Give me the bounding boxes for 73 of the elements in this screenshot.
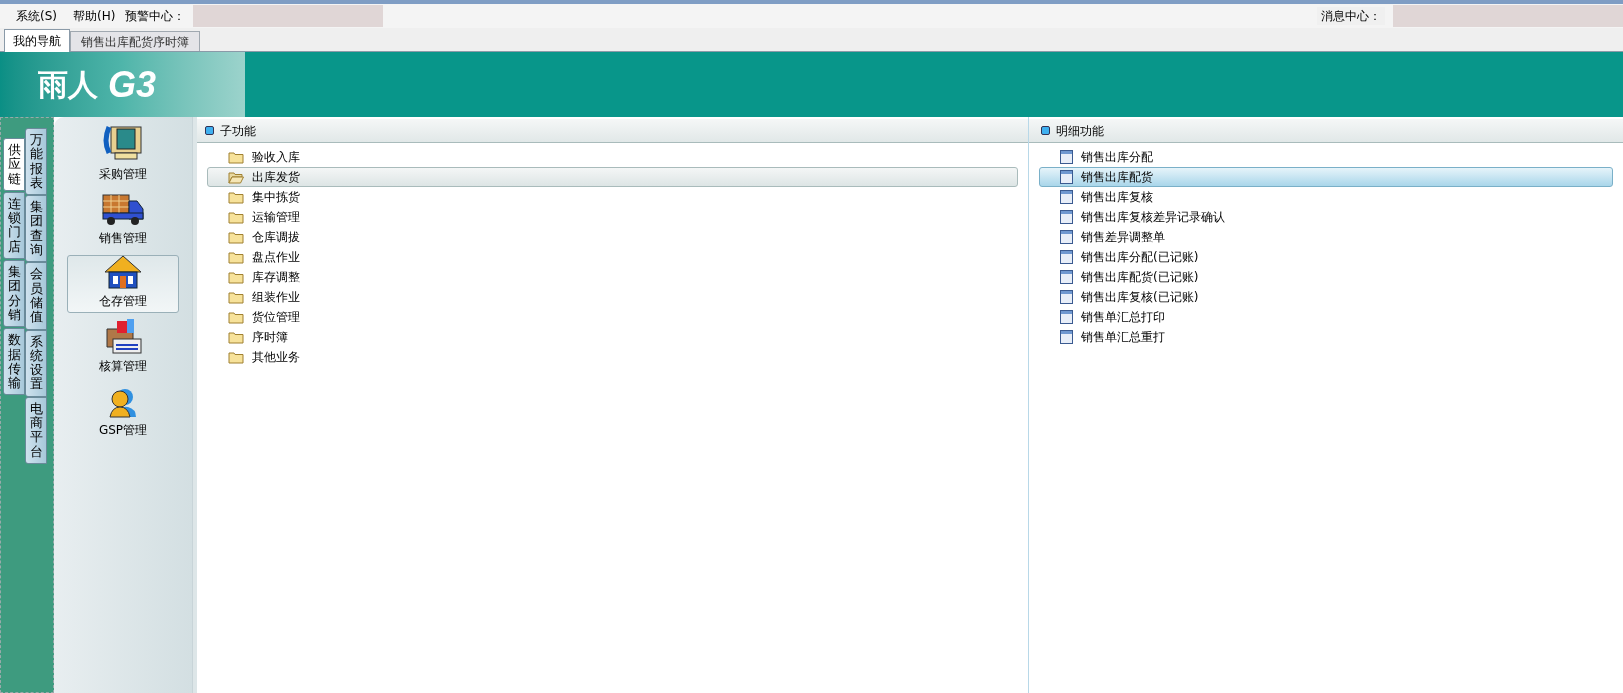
side-tab[interactable]: 供应链: [3, 138, 25, 191]
list-item[interactable]: 销售出库复核差异记录确认: [1039, 207, 1613, 227]
folder-icon: [228, 150, 244, 164]
folder-icon: [228, 330, 244, 344]
folder-icon: [228, 310, 244, 324]
side-tab[interactable]: 系统设置: [25, 329, 47, 397]
list-item[interactable]: 仓库调拔: [207, 227, 1018, 247]
side-tab[interactable]: 集团查询: [25, 195, 47, 263]
logo-mark: G3: [108, 62, 157, 107]
list-item[interactable]: 销售出库分配: [1039, 147, 1613, 167]
module-item[interactable]: 销售管理: [67, 191, 179, 249]
side-tab[interactable]: 会员储值: [25, 262, 47, 330]
side-tab[interactable]: 连锁门店: [3, 191, 25, 260]
list-item[interactable]: 库存调整: [207, 267, 1018, 287]
document-icon: [1060, 270, 1073, 284]
message-center-label: 消息中心：: [1317, 7, 1385, 25]
panel-title: 子功能: [220, 122, 256, 140]
list-item[interactable]: 销售单汇总重打: [1039, 327, 1613, 347]
document-icon: [1060, 210, 1073, 224]
side-tab[interactable]: 电商平台: [25, 396, 47, 464]
folder-icon: [228, 170, 244, 184]
truck-icon: [101, 191, 145, 227]
module-item[interactable]: 仓存管理: [67, 255, 179, 313]
tab[interactable]: 销售出库配货序时簿: [70, 31, 200, 51]
folder-icon: [228, 230, 244, 244]
panel-title: 明细功能: [1056, 122, 1104, 140]
square-bullet-icon: [1041, 126, 1050, 135]
document-icon: [1060, 170, 1073, 184]
document-icon: [1060, 230, 1073, 244]
module-item[interactable]: 核算管理: [67, 319, 179, 377]
module-item[interactable]: 采购管理: [67, 127, 179, 185]
list-item[interactable]: 销售出库复核(已记账): [1039, 287, 1613, 307]
tab[interactable]: 我的导航: [4, 29, 70, 52]
list-item[interactable]: 验收入库: [207, 147, 1018, 167]
box-icon: [103, 317, 143, 355]
menu-item[interactable]: 系统(S): [10, 7, 63, 25]
logo-text: 雨人: [38, 66, 98, 104]
module-item[interactable]: GSP管理: [67, 383, 179, 441]
folder-icon: [228, 210, 244, 224]
list-item[interactable]: 盘点作业: [207, 247, 1018, 267]
list-item[interactable]: 销售出库配货(已记账): [1039, 267, 1613, 287]
list-item[interactable]: 集中拣货: [207, 187, 1018, 207]
list-item[interactable]: 销售出库复核: [1039, 187, 1613, 207]
folder-icon: [228, 290, 244, 304]
list-item[interactable]: 出库发货: [207, 167, 1018, 187]
menu-item[interactable]: 帮助(H): [67, 7, 122, 25]
document-icon: [1060, 250, 1073, 264]
document-icon: [1060, 190, 1073, 204]
list-item[interactable]: 销售出库分配(已记账): [1039, 247, 1613, 267]
alert-center-label: 预警中心：: [125, 8, 186, 25]
document-icon: [1060, 310, 1073, 324]
list-item[interactable]: 其他业务: [207, 347, 1018, 367]
document-icon: [1060, 290, 1073, 304]
list-item[interactable]: 销售差异调整单: [1039, 227, 1613, 247]
list-item[interactable]: 销售出库配货: [1039, 167, 1613, 187]
side-tab[interactable]: 集团分销: [3, 260, 25, 328]
folder-icon: [228, 190, 244, 204]
list-item[interactable]: 货位管理: [207, 307, 1018, 327]
side-tab[interactable]: 万能报表: [25, 128, 47, 196]
list-item[interactable]: 组装作业: [207, 287, 1018, 307]
house-icon: [103, 254, 143, 290]
folder-icon: [228, 250, 244, 264]
square-bullet-icon: [205, 126, 214, 135]
folder-icon: [228, 350, 244, 364]
list-item[interactable]: 销售单汇总打印: [1039, 307, 1613, 327]
person-icon: [108, 387, 138, 419]
phone-icon: [101, 123, 145, 163]
list-item[interactable]: 序时簿: [207, 327, 1018, 347]
folder-icon: [228, 270, 244, 284]
document-icon: [1060, 150, 1073, 164]
side-tab[interactable]: 数据传输: [3, 328, 25, 396]
list-item[interactable]: 运输管理: [207, 207, 1018, 227]
document-icon: [1060, 330, 1073, 344]
